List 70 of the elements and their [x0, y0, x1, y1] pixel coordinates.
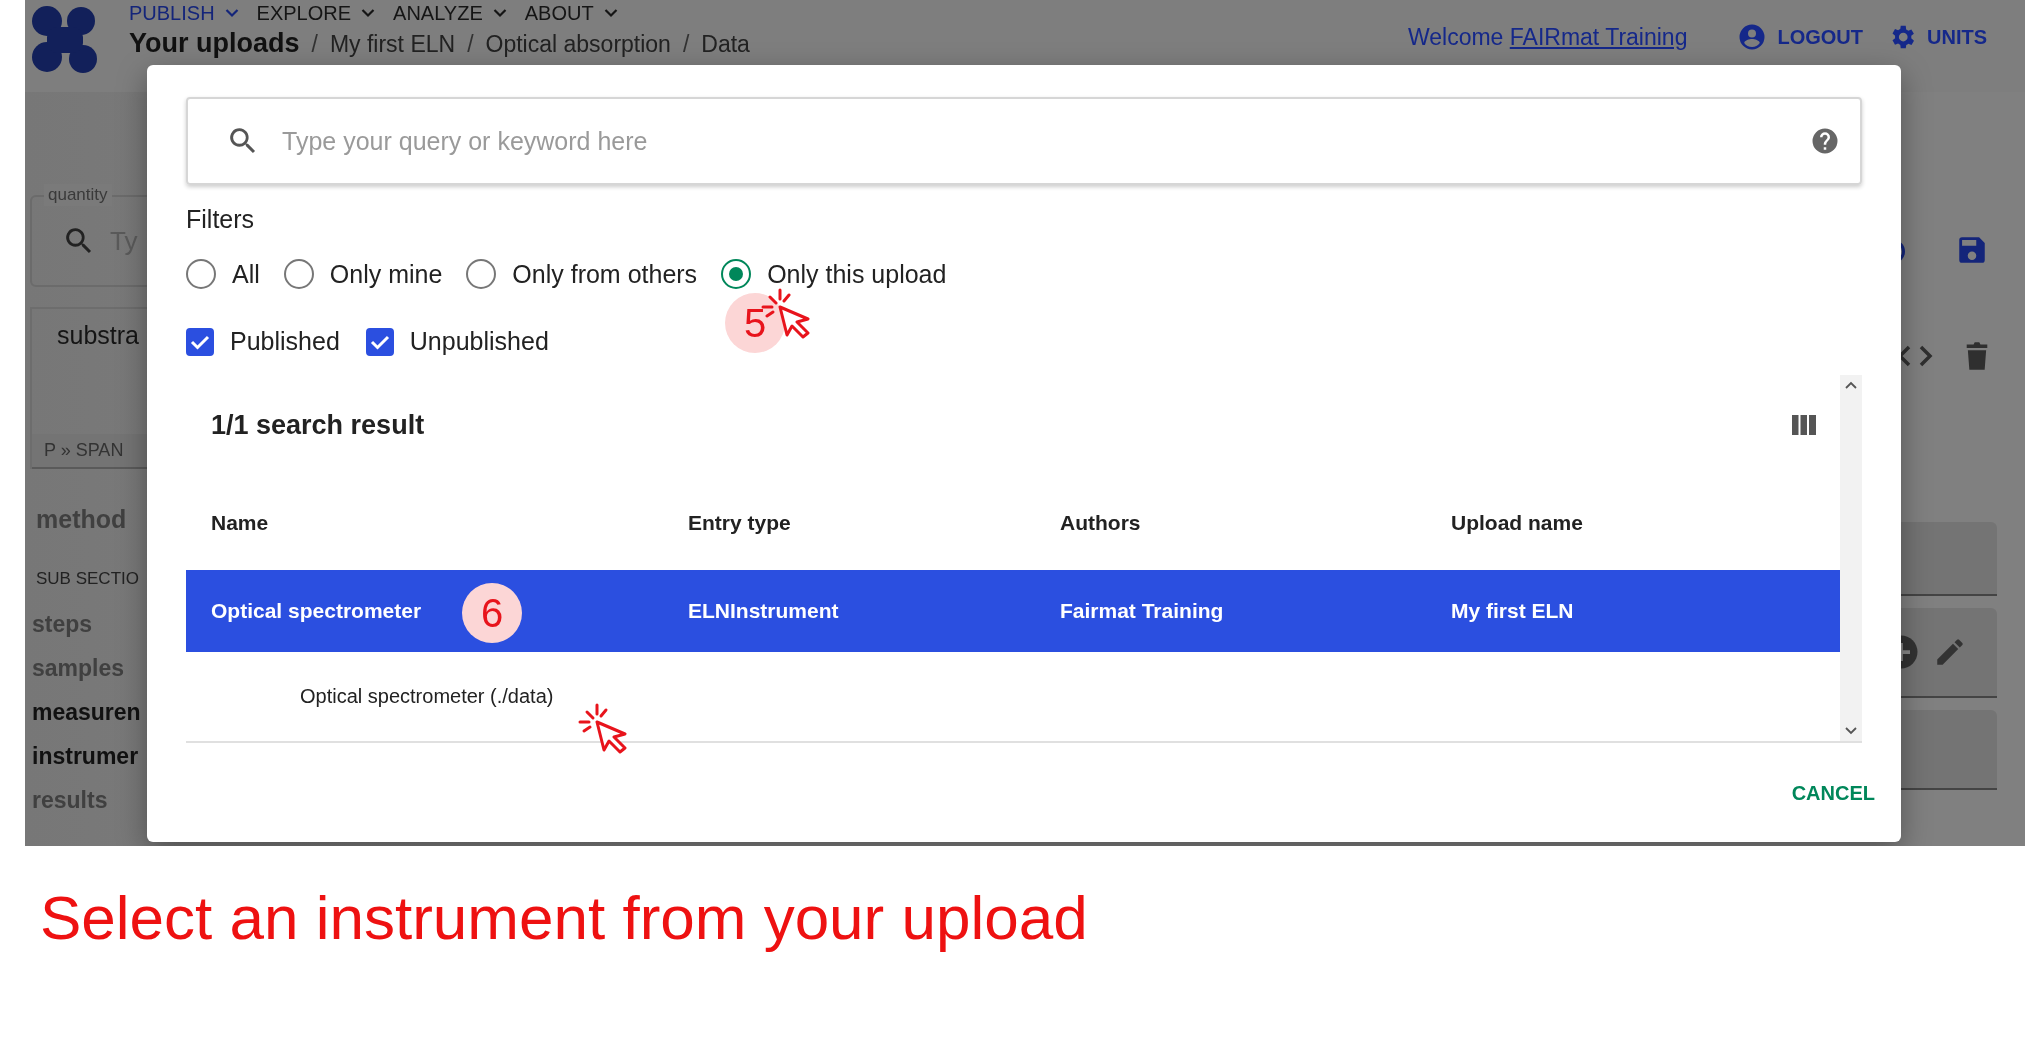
logout-button[interactable]: LOGOUT — [1777, 25, 1863, 49]
subsection-item[interactable]: measuren — [30, 690, 147, 734]
breadcrumb-separator: / — [311, 30, 318, 59]
radio-option[interactable]: All — [186, 259, 260, 289]
checkbox-option[interactable]: Published — [186, 327, 340, 356]
checkbox[interactable] — [186, 327, 214, 356]
radio-button[interactable] — [466, 259, 497, 289]
user-link[interactable]: FAIRmat Training — [1509, 23, 1688, 50]
checkbox-option[interactable]: Unpublished — [365, 327, 549, 356]
entry-link[interactable]: Optical spectrometer (./data) — [300, 685, 554, 708]
checkbox[interactable] — [365, 327, 394, 356]
nav-menu[interactable]: ABOUT — [524, 0, 618, 26]
help-icon[interactable] — [1810, 126, 1840, 156]
option-label: All — [232, 259, 260, 289]
radio-button[interactable] — [283, 259, 314, 289]
column-header[interactable]: Name — [211, 510, 269, 535]
column-header[interactable]: Authors — [1060, 510, 1141, 535]
breadcrumb-link[interactable]: Your uploads — [129, 28, 300, 58]
caret-icon — [224, 8, 239, 18]
cancel-button[interactable]: CANCEL — [1791, 775, 1875, 811]
subsection-item[interactable]: instrumer — [30, 734, 147, 778]
breadcrumb-link[interactable]: Data — [701, 29, 750, 59]
option-label: Published — [230, 327, 340, 356]
scroll-down-icon[interactable] — [1845, 727, 1857, 735]
breadcrumb-link[interactable]: Optical absorption — [485, 29, 671, 59]
subsection-heading: SUB SECTIO — [35, 569, 140, 589]
caption: Select an instrument from your upload — [40, 882, 1089, 953]
caret-icon — [603, 8, 618, 18]
step-badge: 5 — [725, 293, 785, 353]
option-label: Only mine — [329, 259, 443, 289]
logo-icon[interactable] — [31, 5, 99, 75]
nav-menu[interactable]: ANALYZE — [393, 0, 507, 26]
radio-option[interactable]: Only mine — [283, 259, 443, 289]
nav-menu[interactable]: PUBLISH — [129, 0, 239, 26]
scrollbar[interactable] — [1840, 375, 1862, 741]
radio-option[interactable]: Only from others — [466, 259, 698, 289]
table-cell: My first ELN — [1451, 599, 1574, 623]
search-input[interactable]: Type your query or keyword here — [280, 125, 1790, 157]
check-icon — [190, 333, 210, 350]
column-header[interactable]: Upload name — [1451, 510, 1583, 535]
column-header[interactable]: Entry type — [688, 510, 791, 535]
option-label: Only from others — [512, 259, 698, 289]
caret-icon — [492, 8, 507, 18]
element-path: P » SPAN — [32, 434, 147, 469]
option-label: Unpublished — [409, 327, 549, 356]
search-field[interactable]: Type your query or keyword here — [186, 97, 1862, 185]
radio-option[interactable]: Only this upload — [721, 259, 947, 289]
subsection-item[interactable]: steps — [30, 602, 147, 646]
table-cell: Fairmat Training — [1060, 599, 1224, 623]
filters-label: Filters — [186, 205, 256, 234]
table-cell: Optical spectrometer — [211, 599, 422, 623]
check-icon — [369, 333, 390, 350]
results-title: 1/1 search result — [211, 409, 425, 441]
option-label: Only this upload — [767, 259, 947, 289]
breadcrumb-separator: / — [467, 30, 474, 59]
units-button[interactable]: UNITS — [1927, 25, 1987, 49]
section-label[interactable]: method — [30, 505, 147, 534]
breadcrumb-separator: / — [682, 30, 690, 59]
preview-text: substra — [56, 320, 140, 351]
columns-icon[interactable] — [1792, 415, 1816, 435]
welcome-text: Welcome FAIRmat Training — [1407, 23, 1688, 51]
nav-menu[interactable]: EXPLORE — [256, 0, 376, 26]
radio-button[interactable] — [721, 259, 752, 289]
caret-icon — [361, 8, 376, 18]
table-cell: ELNInstrument — [688, 599, 839, 623]
breadcrumb-link[interactable]: My first ELN — [329, 29, 456, 59]
scroll-up-icon[interactable] — [1845, 381, 1857, 389]
radio-button[interactable] — [186, 259, 216, 289]
subsection-item[interactable]: results — [30, 778, 147, 822]
subsection-item[interactable]: samples — [30, 646, 147, 690]
